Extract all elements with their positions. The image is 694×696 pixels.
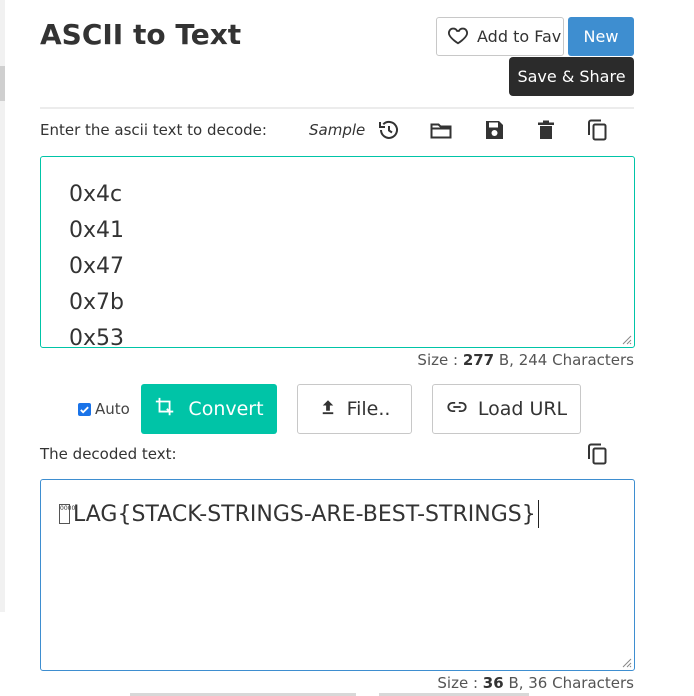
decoded-text: 0000 LAG{STACK-STRINGS-ARE-BEST-STRINGS} (59, 500, 539, 528)
output-size-info: Size : 36 B, 36 Characters (437, 674, 634, 692)
resize-grip-icon[interactable] (622, 335, 632, 345)
input-size-info: Size : 277 B, 244 Characters (417, 351, 634, 369)
history-icon[interactable] (377, 118, 401, 142)
load-url-label: Load URL (477, 398, 568, 420)
new-button[interactable]: New (568, 17, 634, 56)
upload-icon (319, 398, 337, 421)
output-size-suffix: B, 36 Characters (503, 674, 634, 692)
save-share-tooltip[interactable]: Save & Share (509, 57, 634, 96)
auto-toggle[interactable]: Auto (78, 400, 130, 418)
checkmark-icon (80, 406, 89, 414)
add-to-fav-label: Add to Fav (477, 27, 562, 46)
output-label: The decoded text: (40, 445, 177, 463)
load-url-button[interactable]: Load URL (432, 384, 581, 434)
auto-checkbox[interactable] (78, 402, 91, 416)
save-icon[interactable] (482, 118, 506, 142)
header-divider (40, 107, 634, 109)
decoded-text-value: LAG{STACK-STRINGS-ARE-BEST-STRINGS} (73, 501, 536, 527)
add-to-fav-button[interactable]: Add to Fav (436, 17, 564, 56)
input-label: Enter the ascii text to decode: (40, 121, 267, 139)
resize-grip-icon[interactable] (622, 658, 632, 668)
copy-output-icon[interactable] (586, 442, 610, 466)
input-line: 0x4c (69, 182, 123, 207)
input-lines: 0x4c 0x41 0x47 0x7b 0x53 (69, 177, 125, 348)
crop-rotate-icon (154, 396, 176, 423)
delete-icon[interactable] (534, 118, 558, 142)
ascii-input-textarea[interactable]: 0x4c 0x41 0x47 0x7b 0x53 (40, 156, 635, 348)
sample-link[interactable]: Sample (309, 121, 365, 139)
link-icon (446, 396, 468, 423)
heart-icon (447, 24, 469, 50)
file-upload-button[interactable]: File.. (297, 384, 412, 434)
input-line: 0x53 (69, 326, 125, 348)
input-size-prefix: Size : (417, 351, 463, 369)
input-line: 0x7b (69, 290, 124, 315)
convert-label: Convert (188, 398, 264, 420)
input-size-bytes: 277 (462, 351, 495, 369)
text-caret (537, 500, 539, 528)
input-line: 0x47 (69, 254, 125, 279)
output-size-bytes: 36 (482, 674, 504, 692)
copy-icon[interactable] (586, 118, 610, 142)
auto-label: Auto (95, 400, 130, 418)
input-size-suffix: B, 244 Characters (494, 351, 634, 369)
folder-open-icon[interactable] (429, 118, 453, 142)
file-label: File.. (346, 398, 391, 420)
input-line: 0x41 (69, 218, 125, 243)
decoded-output-textarea[interactable]: 0000 LAG{STACK-STRINGS-ARE-BEST-STRINGS} (40, 479, 635, 671)
sidebar-scroll-thumb[interactable] (0, 66, 5, 101)
control-char-glyph: 0000 (59, 504, 75, 524)
output-size-prefix: Size : (437, 674, 483, 692)
convert-button[interactable]: Convert (141, 384, 277, 434)
page-title: ASCII to Text (40, 18, 242, 51)
